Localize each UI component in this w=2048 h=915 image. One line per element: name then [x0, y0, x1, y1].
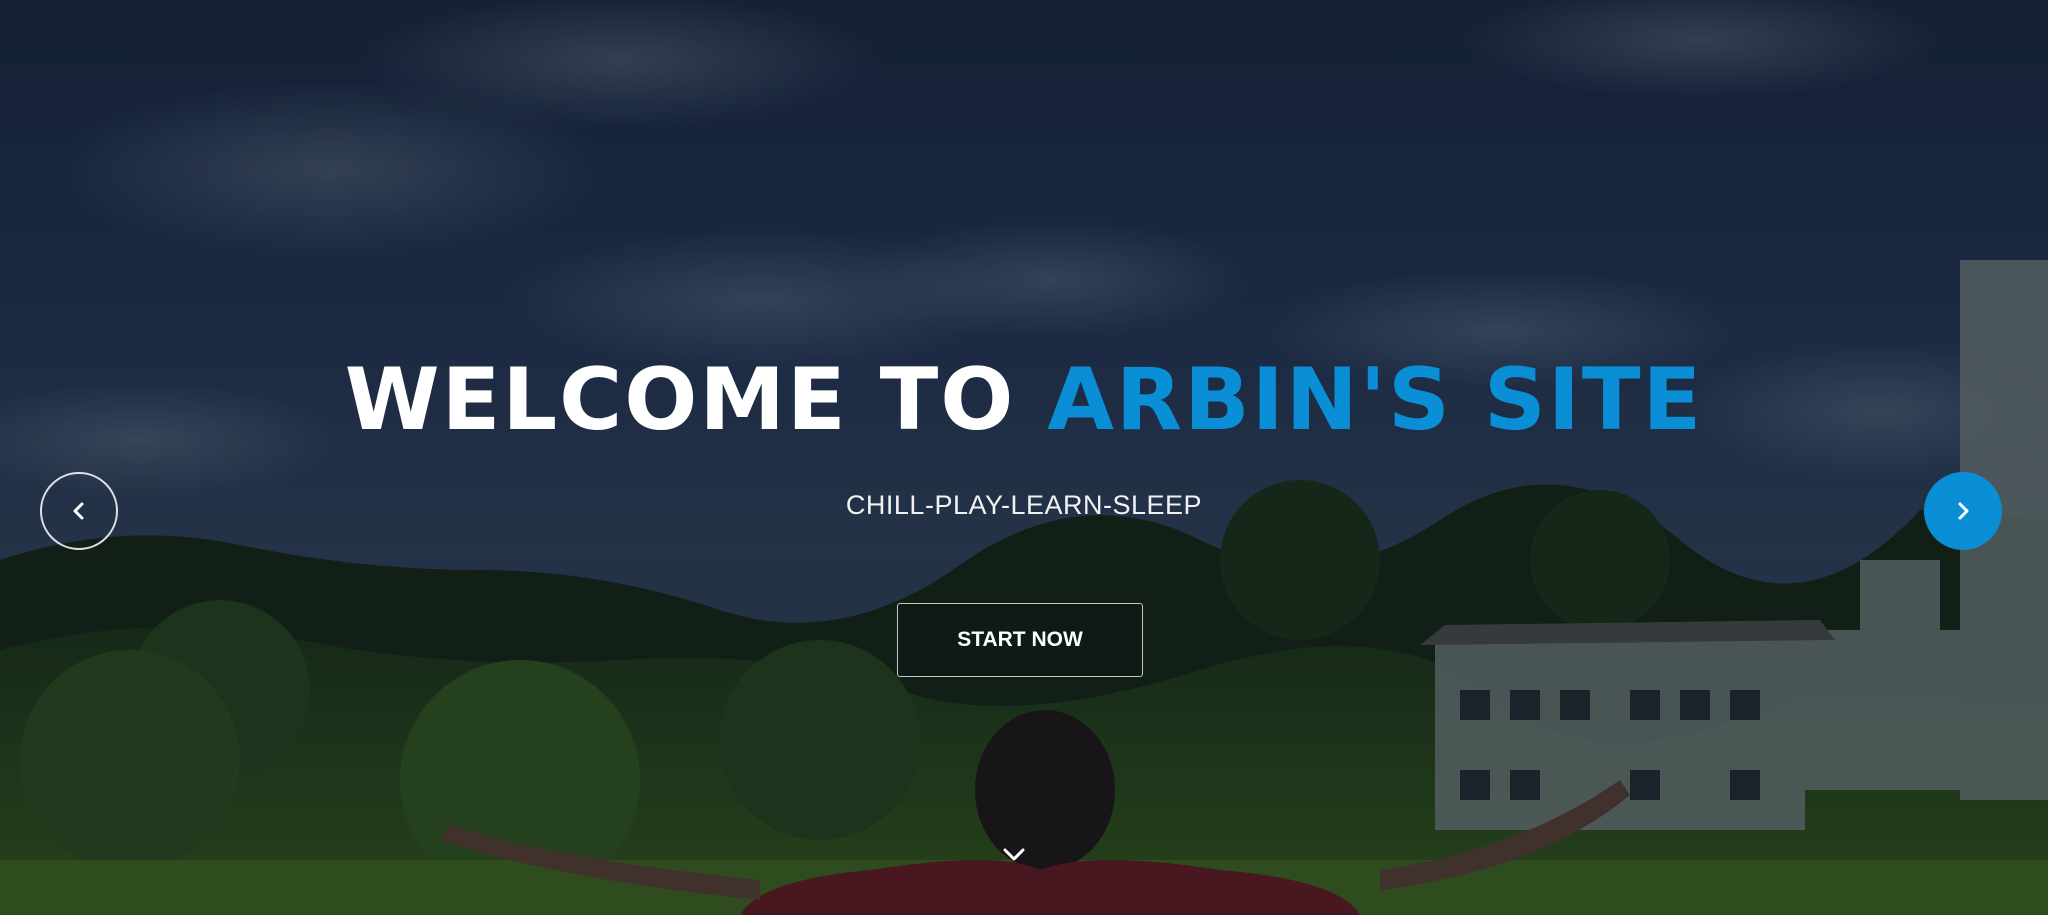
hero-tagline: CHILL-PLAY-LEARN-SLEEP — [845, 490, 1203, 520]
scroll-down-button[interactable] — [996, 840, 1032, 870]
headline-main: WELCOME TO — [344, 350, 1016, 450]
chevron-down-icon — [1003, 848, 1025, 861]
hero-headline: WELCOME TO ARBIN'S SITE — [0, 340, 2048, 460]
chevron-right-icon — [1958, 502, 1969, 520]
slider-next-button[interactable] — [1924, 472, 2002, 550]
headline-accent: ARBIN'S SITE — [1047, 350, 1704, 450]
hero-slider: WELCOME TO ARBIN'S SITE CHILL-PLAY-LEARN… — [0, 0, 2048, 915]
start-now-button[interactable]: START NOW — [897, 603, 1143, 677]
slider-prev-button[interactable] — [40, 472, 118, 550]
chevron-left-icon — [73, 502, 84, 520]
